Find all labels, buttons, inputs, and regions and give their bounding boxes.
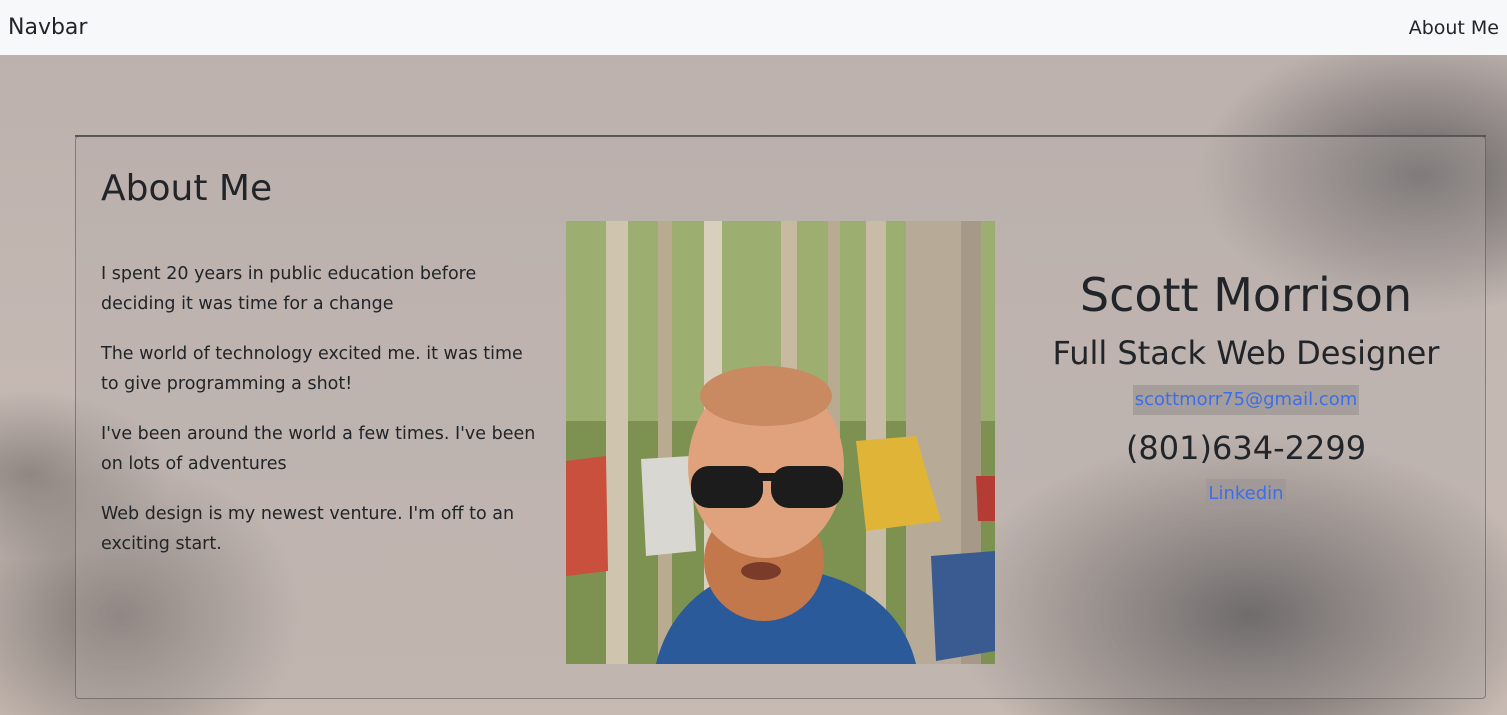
- navbar: Navbar About Me: [0, 0, 1507, 55]
- phone-number: (801)634-2299: [1125, 429, 1367, 467]
- nav-link-about-me[interactable]: About Me: [1409, 17, 1499, 39]
- linkedin-link[interactable]: Linkedin: [1206, 479, 1286, 509]
- about-paragraph: Web design is my newest venture. I'm off…: [101, 504, 515, 554]
- job-title: Full Stack Web Designer: [1052, 334, 1440, 372]
- navbar-brand[interactable]: Navbar: [8, 15, 87, 40]
- about-paragraph: I spent 20 years in public education bef…: [101, 264, 477, 314]
- about-text: I spent 20 years in public education bef…: [101, 259, 541, 579]
- profile-photo: [566, 221, 995, 664]
- about-paragraph: I've been around the world a few times. …: [101, 424, 536, 474]
- person-name: Scott Morrison: [1079, 268, 1413, 322]
- email-link[interactable]: scottmorr75@gmail.com: [1132, 385, 1360, 415]
- about-title: About Me: [101, 168, 273, 209]
- about-paragraph: The world of technology excited me. it w…: [101, 344, 523, 394]
- contact-block: Scott Morrison Full Stack Web Designer s…: [1036, 267, 1456, 509]
- about-card: About Me I spent 20 years in public educ…: [75, 136, 1486, 699]
- profile-photo-illustration: [566, 221, 995, 664]
